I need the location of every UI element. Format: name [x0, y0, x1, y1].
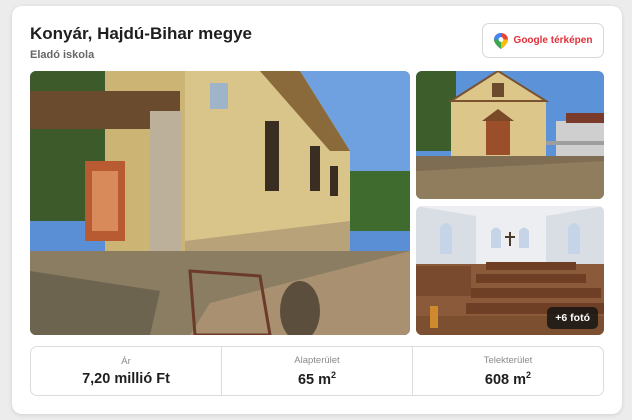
building-exterior-image	[30, 71, 410, 335]
stat-price-value: 7,20 millió Ft	[82, 370, 170, 387]
photo-bottom[interactable]: +6 fotó	[416, 206, 604, 335]
more-photos-badge[interactable]: +6 fotó	[547, 307, 598, 329]
map-pin-icon	[493, 32, 508, 49]
chapel-front-image	[416, 71, 604, 199]
unit-superscript: 2	[526, 369, 532, 380]
stat-floor-area: Alapterület 65 m2	[222, 347, 413, 395]
google-maps-label: Google térképen	[513, 35, 593, 46]
stats-bar: Ár 7,20 millió Ft Alapterület 65 m2 Tele…	[30, 346, 604, 396]
stat-floor-area-label: Alapterület	[294, 354, 340, 366]
photo-top[interactable]	[416, 71, 604, 199]
listing-card: Konyár, Hajdú-Bihar megye Eladó iskola G…	[12, 6, 622, 414]
unit-superscript: 2	[331, 369, 337, 380]
listing-title: Konyár, Hajdú-Bihar megye	[30, 24, 253, 43]
listing-subtitle: Eladó iskola	[30, 49, 95, 61]
photo-main[interactable]	[30, 71, 410, 335]
stat-floor-area-value: 65 m2	[297, 369, 337, 388]
stat-price: Ár 7,20 millió Ft	[31, 347, 222, 395]
stat-price-label: Ár	[121, 355, 131, 367]
google-maps-button[interactable]: Google térképen	[482, 23, 604, 58]
stat-plot-area-label: Telekterület	[483, 354, 533, 366]
stat-plot-area-value: 608 m2	[484, 369, 532, 388]
stat-plot-area: Telekterület 608 m2	[413, 347, 603, 395]
